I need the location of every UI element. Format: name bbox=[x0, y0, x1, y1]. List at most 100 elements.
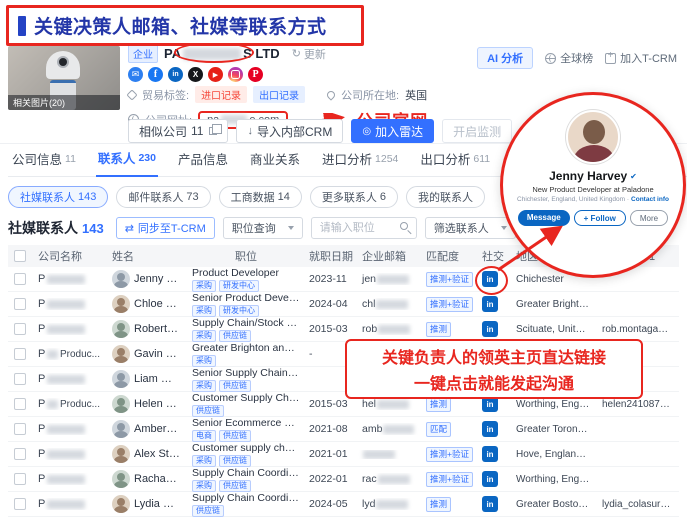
tab-business-relations[interactable]: 商业关系 bbox=[248, 149, 302, 176]
start-date-cell: 2021-08 bbox=[306, 423, 356, 435]
contact-name-cell[interactable]: Gavin Meeks bbox=[106, 345, 186, 363]
company-name-cell: P bbox=[32, 273, 106, 285]
facebook-icon[interactable]: f bbox=[148, 67, 163, 82]
match-badge: 推测 bbox=[426, 497, 451, 512]
global-rank-button[interactable]: 全球榜 bbox=[545, 50, 593, 66]
table-row[interactable]: P Lydia Colasurdo Supply Chain Coordinat… bbox=[8, 492, 679, 517]
row-checkbox[interactable] bbox=[14, 423, 26, 435]
row-checkbox[interactable] bbox=[14, 373, 26, 385]
linkedin-icon[interactable]: in bbox=[482, 496, 498, 512]
linkedin-icon[interactable]: in bbox=[482, 321, 498, 337]
row-checkbox[interactable] bbox=[14, 473, 26, 485]
job-tag: 采购 bbox=[192, 330, 216, 342]
linkedin-icon[interactable]: in bbox=[482, 271, 498, 287]
filter-contacts-select[interactable]: 筛选联系人 bbox=[425, 217, 516, 239]
tab-products[interactable]: 产品信息 bbox=[176, 149, 230, 176]
pinterest-icon[interactable]: P bbox=[248, 67, 263, 82]
redacted-company bbox=[47, 300, 85, 309]
contact-name-cell[interactable]: Rachael Kelly bbox=[106, 470, 186, 488]
contact-name-cell[interactable]: Robert Monta... bbox=[106, 320, 186, 338]
job-tag: 电商 bbox=[192, 430, 216, 442]
add-radar-button[interactable]: ◎ 加入雷达 bbox=[351, 119, 434, 143]
table-row[interactable]: P Chloe Jones Senior Product Developer 采… bbox=[8, 292, 679, 317]
social-cell: in bbox=[476, 271, 510, 287]
page: 关键决策人邮箱、社媒等联系方式 相关图片(20) 企业 PA S LTD ↻ 更… bbox=[0, 0, 687, 523]
ai-analysis-button[interactable]: AI 分析 bbox=[477, 47, 533, 69]
start-monitor-button[interactable]: 开启监测 bbox=[442, 119, 512, 143]
contact-name-cell[interactable]: Helen Johnstone bbox=[106, 395, 186, 413]
row-checkbox[interactable] bbox=[14, 298, 26, 310]
avatar bbox=[112, 345, 130, 363]
contact-name-cell[interactable]: Amber Whitty bbox=[106, 420, 186, 438]
company-name-cell: P bbox=[32, 323, 106, 335]
import-record-badge[interactable]: 进口记录 bbox=[195, 86, 247, 103]
avatar bbox=[112, 270, 130, 288]
download-icon: ↓ bbox=[247, 125, 253, 137]
select-all-checkbox[interactable] bbox=[14, 250, 26, 262]
mail-icon[interactable]: ✉ bbox=[128, 67, 143, 82]
contact-name-cell[interactable]: Chloe Jones bbox=[106, 295, 186, 313]
import-crm-button[interactable]: ↓ 导入内部CRM bbox=[236, 119, 343, 143]
pill-more-contacts[interactable]: 更多联系人6 bbox=[310, 186, 398, 208]
instagram-icon[interactable] bbox=[228, 67, 243, 82]
contact-name-cell[interactable]: Liam Gent bbox=[106, 370, 186, 388]
row-checkbox[interactable] bbox=[14, 498, 26, 510]
x-icon[interactable]: X bbox=[188, 67, 203, 82]
row-checkbox[interactable] bbox=[14, 398, 26, 410]
job-title-cell: Supply Chain Coordinator 供应链 bbox=[186, 492, 306, 517]
contact-name-cell[interactable]: Alex Styles bbox=[106, 445, 186, 463]
tab-contacts[interactable]: 联系人230 bbox=[96, 148, 158, 177]
tab-export-analysis[interactable]: 出口分析611 bbox=[418, 149, 492, 176]
search-icon bbox=[400, 222, 412, 234]
page-title-box: 关键决策人邮箱、社媒等联系方式 bbox=[6, 5, 364, 46]
refresh-button[interactable]: ↻ 更新 bbox=[292, 46, 326, 62]
pill-my-contacts[interactable]: 我的联系人 bbox=[406, 186, 485, 208]
job-tag: 供应链 bbox=[219, 330, 251, 342]
linkedin-icon[interactable]: in bbox=[482, 446, 498, 462]
sync-tcrm-button[interactable]: ⇄ 同步至T-CRM bbox=[116, 217, 215, 239]
linkedin-icon[interactable]: in bbox=[482, 296, 498, 312]
row-checkbox[interactable] bbox=[14, 273, 26, 285]
company-photo[interactable]: 相关图片(20) bbox=[8, 46, 120, 110]
job-title-cell: Customer Supply Chain 供应链 bbox=[186, 392, 306, 417]
table-row[interactable]: P Amber Whitty Senior Ecommerce & Supply… bbox=[8, 417, 679, 442]
redacted-company bbox=[47, 350, 58, 359]
company-name-cell: P bbox=[32, 373, 106, 385]
row-checkbox[interactable] bbox=[14, 348, 26, 360]
contact-info-link[interactable]: Contact info bbox=[631, 196, 669, 203]
match-level-cell: 推测+验证 bbox=[420, 447, 476, 462]
linkedin-icon[interactable]: in bbox=[482, 471, 498, 487]
table-row[interactable]: P Alex Styles Customer supply chain coor… bbox=[8, 442, 679, 467]
pill-email-contacts[interactable]: 邮件联系人73 bbox=[116, 186, 210, 208]
similar-companies-button[interactable]: 相似公司 11 bbox=[128, 119, 228, 143]
row-checkbox[interactable] bbox=[14, 448, 26, 460]
sync-icon: ⇄ bbox=[125, 222, 134, 235]
join-tcrm-button[interactable]: 加入T-CRM bbox=[605, 50, 677, 66]
contact-name-cell[interactable]: Jenny Harvey bbox=[106, 270, 186, 288]
pill-social-contacts[interactable]: 社媒联系人143 bbox=[8, 186, 108, 208]
job-query-select[interactable]: 职位查询 bbox=[223, 217, 303, 239]
follow-button[interactable]: + Follow bbox=[574, 210, 626, 226]
linkedin-icon[interactable]: in bbox=[168, 67, 183, 82]
linkedin-icon[interactable]: in bbox=[482, 421, 498, 437]
job-title-cell: Senior Supply Chain Coordinator 采购供应链 bbox=[186, 367, 306, 392]
message-button[interactable]: Message bbox=[518, 210, 570, 226]
contact-name-cell[interactable]: Lydia Colasurdo bbox=[106, 495, 186, 513]
redacted-email bbox=[363, 450, 395, 459]
tab-company-info[interactable]: 公司信息11 bbox=[10, 149, 78, 176]
table-row[interactable]: P Rachael Kelly Supply Chain Coordinator… bbox=[8, 467, 679, 492]
photo-caption: 相关图片(20) bbox=[8, 95, 120, 110]
row-checkbox[interactable] bbox=[14, 323, 26, 335]
job-tag: 供应链 bbox=[192, 405, 224, 417]
tab-import-analysis[interactable]: 进口分析1254 bbox=[320, 149, 400, 176]
avatar bbox=[112, 320, 130, 338]
more-button[interactable]: More bbox=[630, 210, 668, 226]
export-record-badge[interactable]: 出口记录 bbox=[253, 86, 305, 103]
match-badge: 推测 bbox=[426, 322, 451, 337]
youtube-icon[interactable]: ▶ bbox=[208, 67, 223, 82]
pill-business-data[interactable]: 工商数据14 bbox=[219, 186, 302, 208]
title-bullet-icon bbox=[18, 16, 26, 36]
company-email-cell: jen bbox=[356, 273, 420, 285]
match-badge: 推测+验证 bbox=[426, 297, 473, 312]
tag-icon bbox=[126, 89, 137, 100]
